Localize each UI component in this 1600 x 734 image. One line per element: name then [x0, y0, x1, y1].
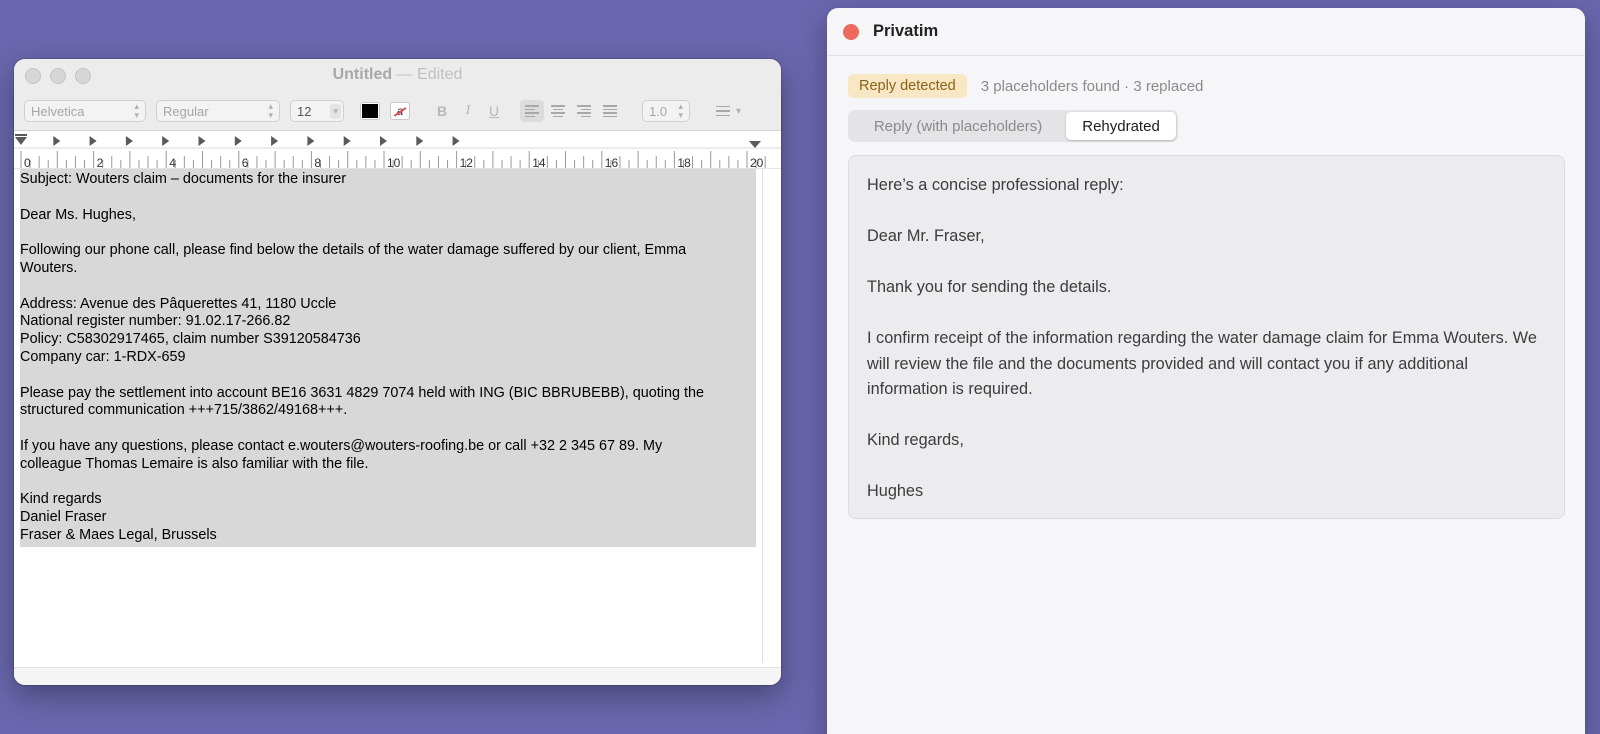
tab-stop-marker	[343, 136, 351, 146]
reply-intro: Here’s a concise professional reply:	[867, 176, 1124, 194]
tab-stop-marker	[271, 136, 279, 146]
doc-register-line: National register number: 91.02.17-266.8…	[20, 313, 291, 330]
privatim-header: Privatim	[827, 8, 1585, 56]
bold-button[interactable]: B	[434, 103, 450, 119]
line-spacing-select[interactable]: 1.0 ▴ ▾	[642, 100, 690, 122]
document-area[interactable]: Subject: Wouters claim – documents for t…	[14, 169, 781, 679]
chevron-updown-icon: ▴ ▾	[268, 101, 273, 120]
reply-closing: Kind regards,	[867, 431, 964, 449]
chevron-updown-icon: ▴ ▾	[134, 101, 139, 120]
doc-closing: Kind regards	[20, 491, 102, 508]
tab-stop-marker	[234, 136, 242, 146]
list-bullets-menu[interactable]: ▾	[716, 106, 741, 117]
reply-text-box[interactable]: Here’s a concise professional reply: Dea…	[848, 155, 1565, 519]
privatim-window: Privatim Reply detected 3 placeholders f…	[827, 8, 1585, 734]
doc-paragraph-line: Following our phone call, please find be…	[20, 242, 687, 259]
ruler-label: 10	[387, 156, 401, 169]
tab-reply-with-placeholders[interactable]: Reply (with placeholders)	[850, 112, 1066, 140]
doc-policy-line: Policy: C58302917465, claim number S3912…	[20, 331, 361, 348]
align-right-icon	[577, 105, 591, 117]
tab-rehydrated[interactable]: Rehydrated	[1066, 112, 1176, 140]
align-right-button[interactable]	[572, 100, 596, 122]
align-left-icon	[525, 105, 539, 117]
edited-status: Edited	[417, 66, 463, 83]
first-line-indent-marker	[15, 134, 27, 136]
doc-paragraph-line: If you have any questions, please contac…	[20, 437, 663, 454]
tab-stop-marker	[53, 136, 61, 146]
ruler-label: 20	[750, 156, 764, 169]
tab-stop-marker	[452, 136, 460, 146]
app-title: Privatim	[873, 22, 939, 40]
reply-greeting: Dear Mr. Fraser,	[867, 227, 985, 245]
document-text[interactable]: Subject: Wouters claim – documents for t…	[20, 169, 756, 547]
reply-view-segmented-control: Reply (with placeholders) Rehydrated	[848, 110, 1178, 142]
doc-salutation: Dear Ms. Hughes,	[20, 206, 136, 223]
format-toolbar: Helvetica ▴ ▾ Regular ▴ ▾ 12 ▾ a B I U 1…	[24, 99, 771, 123]
textedit-titlebar: Untitled — Edited Helvetica ▴ ▾ Regular ▴…	[14, 59, 781, 131]
ruler-label: 8	[314, 156, 321, 169]
tab-stop-marker	[380, 136, 387, 146]
doc-paragraph-line: colleague Thomas Lemaire is also familia…	[20, 455, 369, 472]
doc-car-line: Company car: 1-RDX-659	[20, 348, 186, 365]
align-left-button[interactable]	[520, 100, 544, 122]
text-style-group: B I U	[434, 103, 502, 119]
doc-signature-firm: Fraser & Maes Legal, Brussels	[20, 526, 217, 543]
italic-button[interactable]: I	[460, 103, 476, 119]
ruler-label: 2	[97, 156, 104, 169]
close-button[interactable]	[843, 23, 859, 40]
ruler-labels: 0 2 4 6 8 10 12 14 16 18 20	[24, 156, 764, 169]
reply-body: I confirm receipt of the information reg…	[867, 329, 1537, 398]
ruler-label: 18	[677, 156, 691, 169]
left-indent-marker	[15, 137, 27, 145]
alignment-group	[520, 100, 622, 122]
tab-stop-marker	[162, 136, 170, 146]
ruler-label: 14	[532, 156, 546, 169]
doc-paragraph-line: structured communication +++715/3862/491…	[20, 402, 348, 419]
chevron-down-icon[interactable]: ▾	[330, 103, 341, 119]
tab-stop-marker	[307, 136, 315, 146]
horizontal-scrollbar[interactable]	[14, 667, 781, 685]
doc-paragraph-line: Wouters.	[20, 259, 78, 276]
chevron-down-icon: ▾	[736, 105, 742, 117]
ruler-scale: 0 2 4 6 8 10 12 14 16 18 20	[14, 134, 781, 169]
ruler[interactable]: 0 2 4 6 8 10 12 14 16 18 20	[14, 131, 781, 169]
chevron-updown-icon: ▴ ▾	[678, 101, 683, 120]
color-swatch	[362, 104, 378, 118]
placeholder-summary: 3 placeholders found · 3 replaced	[980, 77, 1204, 95]
doc-signature-name: Daniel Fraser	[20, 509, 107, 526]
ruler-tab-stops[interactable]	[15, 134, 761, 148]
text-color-well[interactable]	[360, 102, 380, 120]
reply-thanks: Thank you for sending the details.	[867, 278, 1112, 296]
doc-address-line: Address: Avenue des Pâquerettes 41, 1180…	[20, 295, 337, 312]
font-style-select[interactable]: Regular ▴ ▾	[156, 100, 280, 122]
doc-paragraph-line: Please pay the settlement into account B…	[20, 384, 704, 401]
tab-stop-marker	[89, 136, 97, 146]
list-icon	[716, 105, 730, 117]
ruler-label: 0	[24, 156, 31, 169]
vertical-scrollbar[interactable]	[762, 169, 763, 663]
align-center-button[interactable]	[546, 100, 570, 122]
font-family-select[interactable]: Helvetica ▴ ▾	[24, 100, 146, 122]
textedit-window: Untitled — Edited Helvetica ▴ ▾ Regular ▴…	[14, 59, 781, 685]
highlight-color-well[interactable]: a	[390, 102, 410, 120]
detection-status: Reply detected 3 placeholders found · 3 …	[848, 74, 1585, 98]
ruler-label: 6	[242, 156, 249, 169]
justify-icon	[603, 105, 617, 117]
ruler-label: 12	[460, 156, 474, 169]
ruler-label: 16	[605, 156, 619, 169]
justify-button[interactable]	[598, 100, 622, 122]
tab-stop-marker	[198, 136, 206, 146]
window-title: Untitled — Edited	[332, 66, 463, 83]
font-size-combo[interactable]: 12 ▾	[290, 100, 344, 122]
right-margin-marker	[749, 141, 761, 148]
doc-subject-line: Subject: Wouters claim – documents for t…	[20, 171, 347, 187]
status-badge: Reply detected	[848, 74, 967, 98]
tab-stop-marker	[125, 136, 133, 146]
underline-button[interactable]: U	[486, 103, 502, 119]
tab-stop-marker	[416, 136, 424, 146]
ruler-label: 4	[169, 156, 176, 169]
reply-signature: Hughes	[867, 482, 924, 500]
align-center-icon	[551, 105, 565, 117]
